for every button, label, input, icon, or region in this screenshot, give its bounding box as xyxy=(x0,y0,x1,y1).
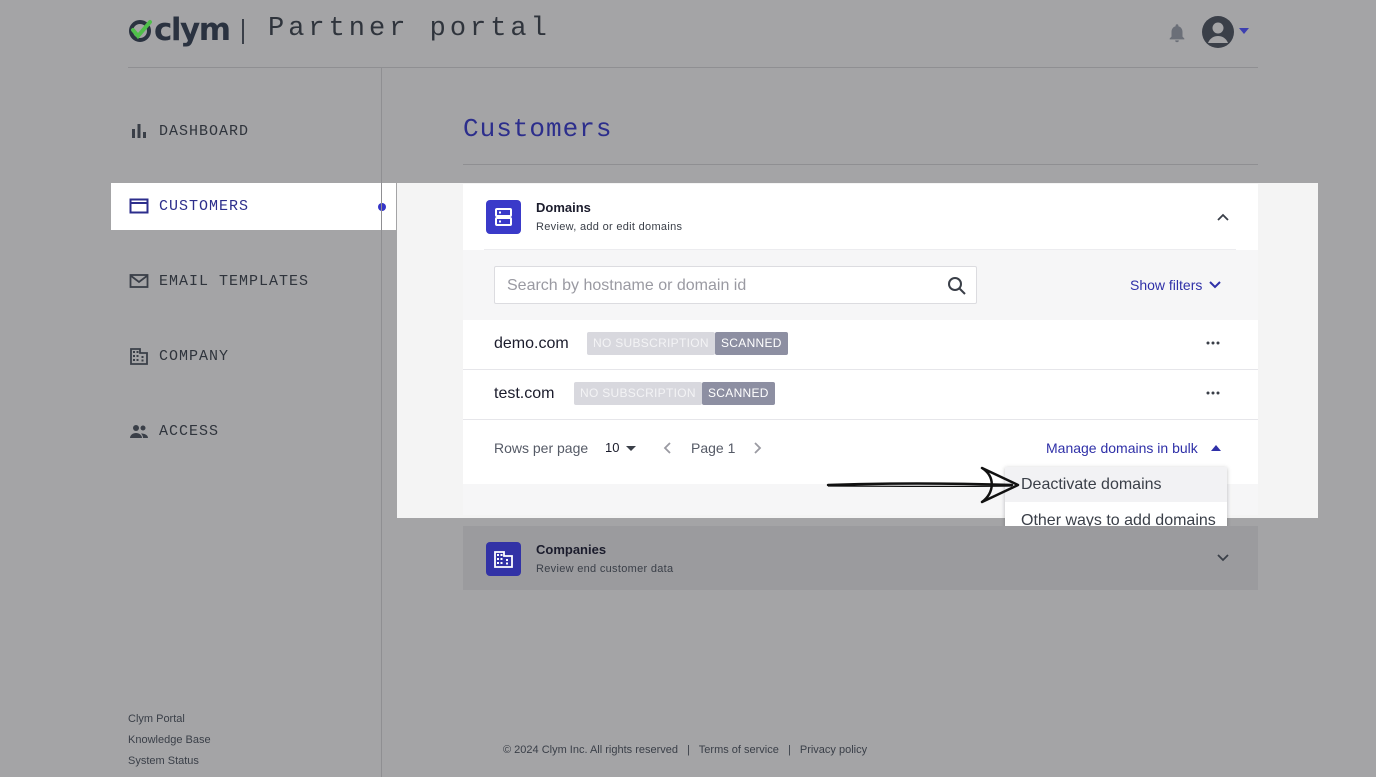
terms-link[interactable]: Terms of service xyxy=(699,744,779,756)
search-placeholder: Search by hostname or domain id xyxy=(507,277,747,294)
caret-down-icon[interactable] xyxy=(626,446,636,451)
status-badge: SCANNED xyxy=(715,332,788,355)
status-badge: SCANNED xyxy=(702,382,775,405)
status-badge: NO SUBSCRIPTION xyxy=(587,332,715,355)
clym-logo[interactable]: clym xyxy=(128,12,231,48)
chevron-left-icon[interactable] xyxy=(662,441,672,455)
footer-separator: | xyxy=(687,744,690,756)
people-icon xyxy=(130,425,148,438)
chevron-down-icon[interactable] xyxy=(1209,280,1221,289)
show-filters-button[interactable]: Show filters xyxy=(1130,277,1202,293)
table-row[interactable]: test.com NO SUBSCRIPTION SCANNED xyxy=(463,370,1258,420)
sidebar-item-email-templates[interactable]: EMAIL TEMPLATES xyxy=(111,258,396,305)
arrow-annotation-icon xyxy=(826,466,1020,504)
sidebar-item-label: ACCESS xyxy=(159,423,220,440)
status-badge: NO SUBSCRIPTION xyxy=(574,382,702,405)
system-status-link[interactable]: System Status xyxy=(128,754,211,775)
top-header: clym Partner portal xyxy=(128,0,1258,68)
server-icon xyxy=(495,208,512,226)
privacy-link[interactable]: Privacy policy xyxy=(800,744,867,756)
rows-per-page-label: Rows per page xyxy=(494,440,589,456)
avatar[interactable] xyxy=(1202,16,1234,48)
user-icon xyxy=(1208,22,1228,43)
companies-card[interactable]: Companies Review end customer data xyxy=(463,526,1258,590)
domain-name[interactable]: test.com xyxy=(494,385,554,403)
more-horizontal-icon[interactable] xyxy=(1206,340,1220,346)
companies-card-subtitle: Review end customer data xyxy=(536,563,674,575)
building-icon xyxy=(494,551,513,568)
manage-domains-bulk-button[interactable]: Manage domains in bulk xyxy=(1046,440,1198,456)
chevron-down-icon[interactable] xyxy=(1216,553,1230,563)
search-input[interactable]: Search by hostname or domain id xyxy=(494,266,977,304)
legal-footer: © 2024 Clym Inc. All rights reserved | T… xyxy=(503,744,873,756)
bell-icon[interactable] xyxy=(1166,22,1188,44)
sidebar-item-label: DASHBOARD xyxy=(159,123,250,140)
sidebar-divider xyxy=(381,68,382,777)
deactivate-domains-menu-item[interactable]: Deactivate domains xyxy=(1005,467,1227,502)
knowledge-base-link[interactable]: Knowledge Base xyxy=(128,733,211,754)
companies-card-title: Companies xyxy=(536,542,607,557)
building-icon xyxy=(130,348,148,365)
domain-name[interactable]: demo.com xyxy=(494,335,569,353)
sidebar-item-access[interactable]: ACCESS xyxy=(111,408,396,455)
sidebar-item-label: COMPANY xyxy=(159,348,230,365)
active-indicator xyxy=(378,203,386,211)
bar-chart-icon xyxy=(132,124,146,138)
companies-badge xyxy=(486,542,521,576)
copyright-text: © 2024 Clym Inc. All rights reserved xyxy=(503,744,679,756)
portal-title: Partner portal xyxy=(268,14,551,44)
sidebar-item-label: EMAIL TEMPLATES xyxy=(159,273,310,290)
sidebar-footer-links: Clym Portal Knowledge Base System Status xyxy=(128,712,211,775)
sidebar-item-dashboard[interactable]: DASHBOARD xyxy=(111,108,396,155)
domains-card-title: Domains xyxy=(536,200,591,215)
domains-card-header[interactable]: Domains Review, add or edit domains xyxy=(463,184,1258,250)
more-horizontal-icon[interactable] xyxy=(1206,390,1220,396)
clym-portal-link[interactable]: Clym Portal xyxy=(128,712,211,733)
page-indicator: Page 1 xyxy=(691,440,736,456)
caret-up-icon[interactable] xyxy=(1211,445,1221,451)
folder-icon xyxy=(129,198,149,214)
title-divider xyxy=(463,164,1258,165)
logo-text: clym xyxy=(154,12,231,48)
footer-separator: | xyxy=(787,744,791,756)
logo-separator xyxy=(242,19,244,44)
page-title: Customers xyxy=(463,114,613,144)
table-row[interactable]: demo.com NO SUBSCRIPTION SCANNED xyxy=(463,320,1258,370)
domains-badge xyxy=(486,200,521,234)
search-icon[interactable] xyxy=(947,276,967,296)
chevron-down-icon[interactable] xyxy=(1239,28,1249,34)
sidebar-item-customers[interactable]: CUSTOMERS xyxy=(111,183,396,230)
chevron-up-icon[interactable] xyxy=(1216,212,1230,222)
mail-icon xyxy=(129,274,149,288)
chevron-right-icon[interactable] xyxy=(753,441,763,455)
sidebar-item-company[interactable]: COMPANY xyxy=(111,333,396,380)
rows-per-page-select[interactable]: 10 xyxy=(605,440,619,455)
domains-card-subtitle: Review, add or edit domains xyxy=(536,221,683,233)
logo-check-icon xyxy=(129,20,152,42)
sidebar-item-label: CUSTOMERS xyxy=(159,198,250,215)
